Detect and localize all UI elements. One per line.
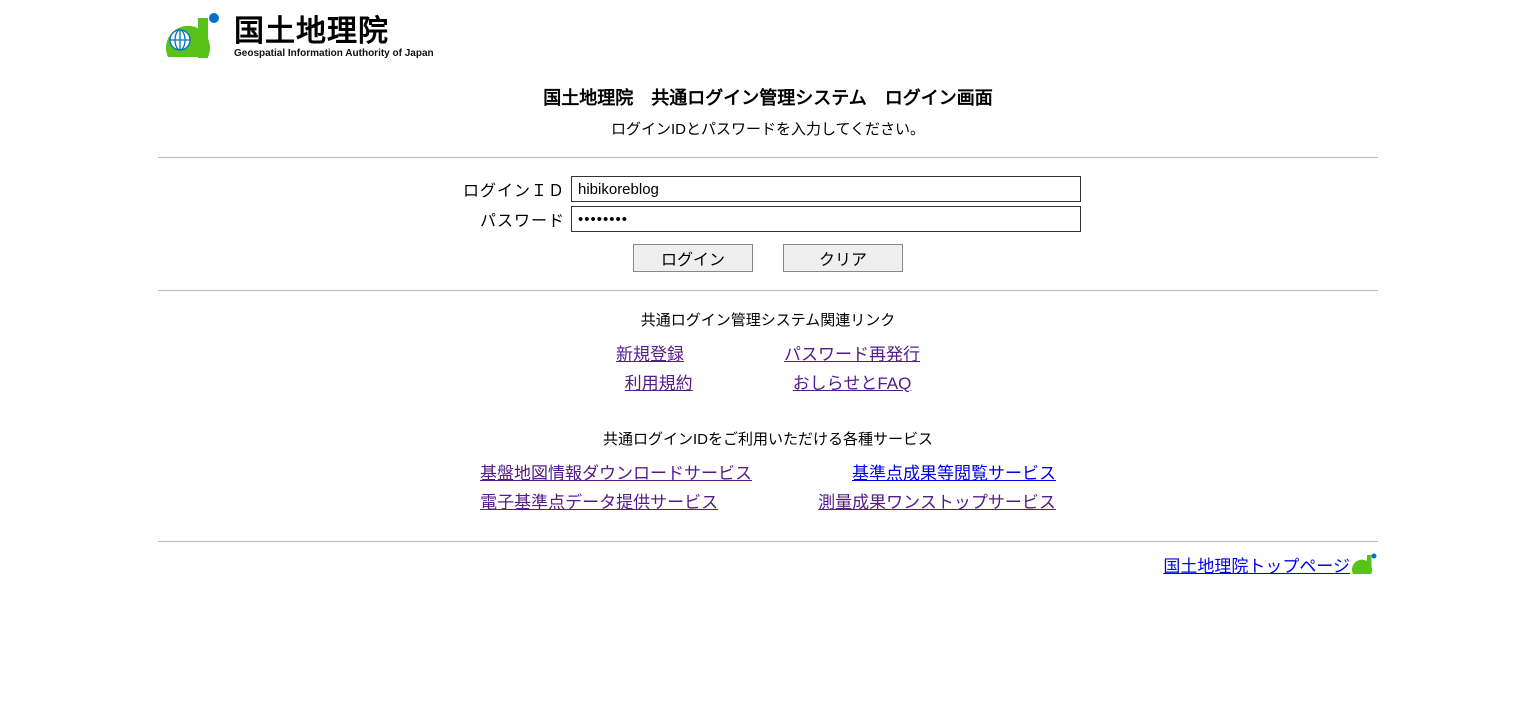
link-faq[interactable]: おしらせとFAQ (793, 369, 912, 394)
related-links-header: 共通ログイン管理システム関連リンク (158, 309, 1378, 330)
link-gnss-data[interactable]: 電子基準点データ提供サービス (480, 488, 718, 513)
link-control-point[interactable]: 基準点成果等閲覧サービス (852, 459, 1056, 484)
link-terms[interactable]: 利用規約 (625, 369, 693, 394)
gsi-small-logo-icon (1350, 556, 1378, 573)
login-id-label: ログインＩＤ (455, 177, 565, 201)
link-basemap-download[interactable]: 基盤地図情報ダウンロードサービス (480, 459, 752, 484)
password-input[interactable] (571, 206, 1081, 232)
logo-name-en: Geospatial Information Authority of Japa… (234, 49, 434, 59)
related-links-section: 共通ログイン管理システム関連リンク 新規登録 パスワード再発行 利用規約 おしら… (158, 291, 1378, 541)
login-button[interactable]: ログイン (633, 244, 753, 272)
link-survey-onestop[interactable]: 測量成果ワンストップサービス (818, 488, 1056, 513)
password-label: パスワード (455, 207, 565, 231)
gsi-logo-text: 国土地理院 Geospatial Information Authority o… (234, 17, 434, 59)
login-id-input[interactable] (571, 176, 1081, 202)
link-gsi-home[interactable]: 国土地理院トップページ (1163, 557, 1350, 576)
services-header: 共通ログインIDをご利用いただける各種サービス (158, 428, 1378, 449)
clear-button[interactable]: クリア (783, 244, 903, 272)
link-password-reissue[interactable]: パスワード再発行 (784, 340, 920, 365)
link-register[interactable]: 新規登録 (616, 340, 684, 365)
logo-name-jp: 国土地理院 (234, 17, 434, 47)
page-instruction: ログインIDとパスワードを入力してください。 (158, 118, 1378, 139)
page-title: 国土地理院 共通ログイン管理システム ログイン画面 (158, 84, 1378, 110)
gsi-logo-icon (158, 12, 228, 64)
header-logo-area: 国土地理院 Geospatial Information Authority o… (158, 12, 1378, 64)
login-form: ログインＩＤ パスワード ログイン クリア (158, 158, 1378, 290)
